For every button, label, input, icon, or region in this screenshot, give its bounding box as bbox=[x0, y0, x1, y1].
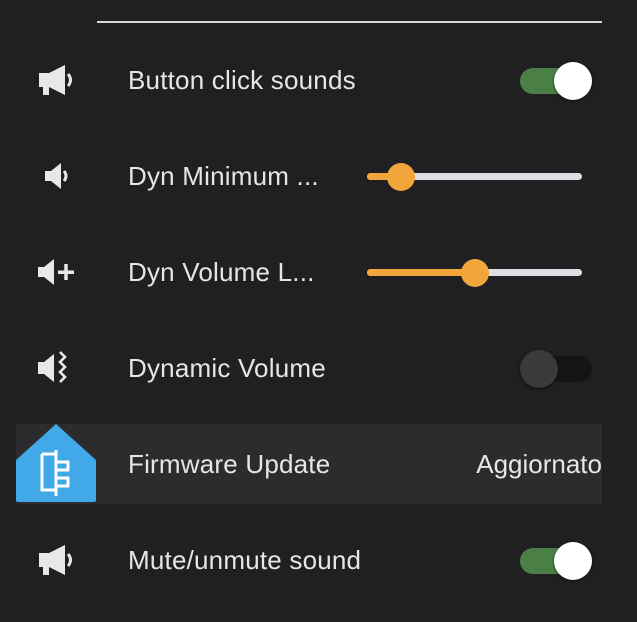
entity-row-button-click-sounds[interactable]: Button click sounds bbox=[16, 40, 602, 120]
entity-label: Button click sounds bbox=[128, 65, 356, 95]
entity-list: Button click sounds Dyn Minimum ... Dyn … bbox=[0, 0, 637, 622]
mute-unmute-sound-toggle[interactable] bbox=[520, 542, 592, 580]
firmware-status-value: Aggiornato bbox=[476, 449, 602, 479]
bullhorn-icon bbox=[36, 60, 76, 100]
entity-row-dynamic-volume[interactable]: Dynamic Volume bbox=[16, 328, 602, 408]
entity-label: Dynamic Volume bbox=[128, 353, 326, 383]
dyn-minimum-slider[interactable] bbox=[367, 162, 582, 192]
entity-row-dyn-minimum[interactable]: Dyn Minimum ... bbox=[16, 136, 602, 216]
home-assistant-logo-icon bbox=[16, 424, 96, 504]
slider-knob[interactable] bbox=[387, 163, 415, 191]
divider bbox=[97, 21, 602, 23]
dynamic-volume-toggle[interactable] bbox=[520, 350, 592, 388]
entity-row-firmware-update[interactable]: Firmware Update Aggiornato bbox=[16, 424, 602, 504]
entity-label: Firmware Update bbox=[128, 449, 331, 479]
button-click-sounds-toggle[interactable] bbox=[520, 62, 592, 100]
entity-row-dyn-volume[interactable]: Dyn Volume L... bbox=[16, 232, 602, 312]
entity-label: Dyn Volume L... bbox=[128, 257, 315, 287]
toggle-thumb[interactable] bbox=[520, 350, 558, 388]
volume-vibrate-icon bbox=[36, 348, 76, 388]
entity-row-mute-unmute-sound[interactable]: Mute/unmute sound bbox=[16, 520, 602, 600]
toggle-thumb[interactable] bbox=[554, 542, 592, 580]
volume-plus-icon bbox=[36, 252, 76, 292]
slider-fill bbox=[367, 269, 475, 276]
entity-label: Mute/unmute sound bbox=[128, 545, 362, 575]
toggle-thumb[interactable] bbox=[554, 62, 592, 100]
dyn-volume-slider[interactable] bbox=[367, 258, 582, 288]
entity-label: Dyn Minimum ... bbox=[128, 161, 319, 191]
bullhorn-icon bbox=[36, 540, 76, 580]
volume-low-icon bbox=[36, 156, 76, 196]
slider-knob[interactable] bbox=[461, 259, 489, 287]
